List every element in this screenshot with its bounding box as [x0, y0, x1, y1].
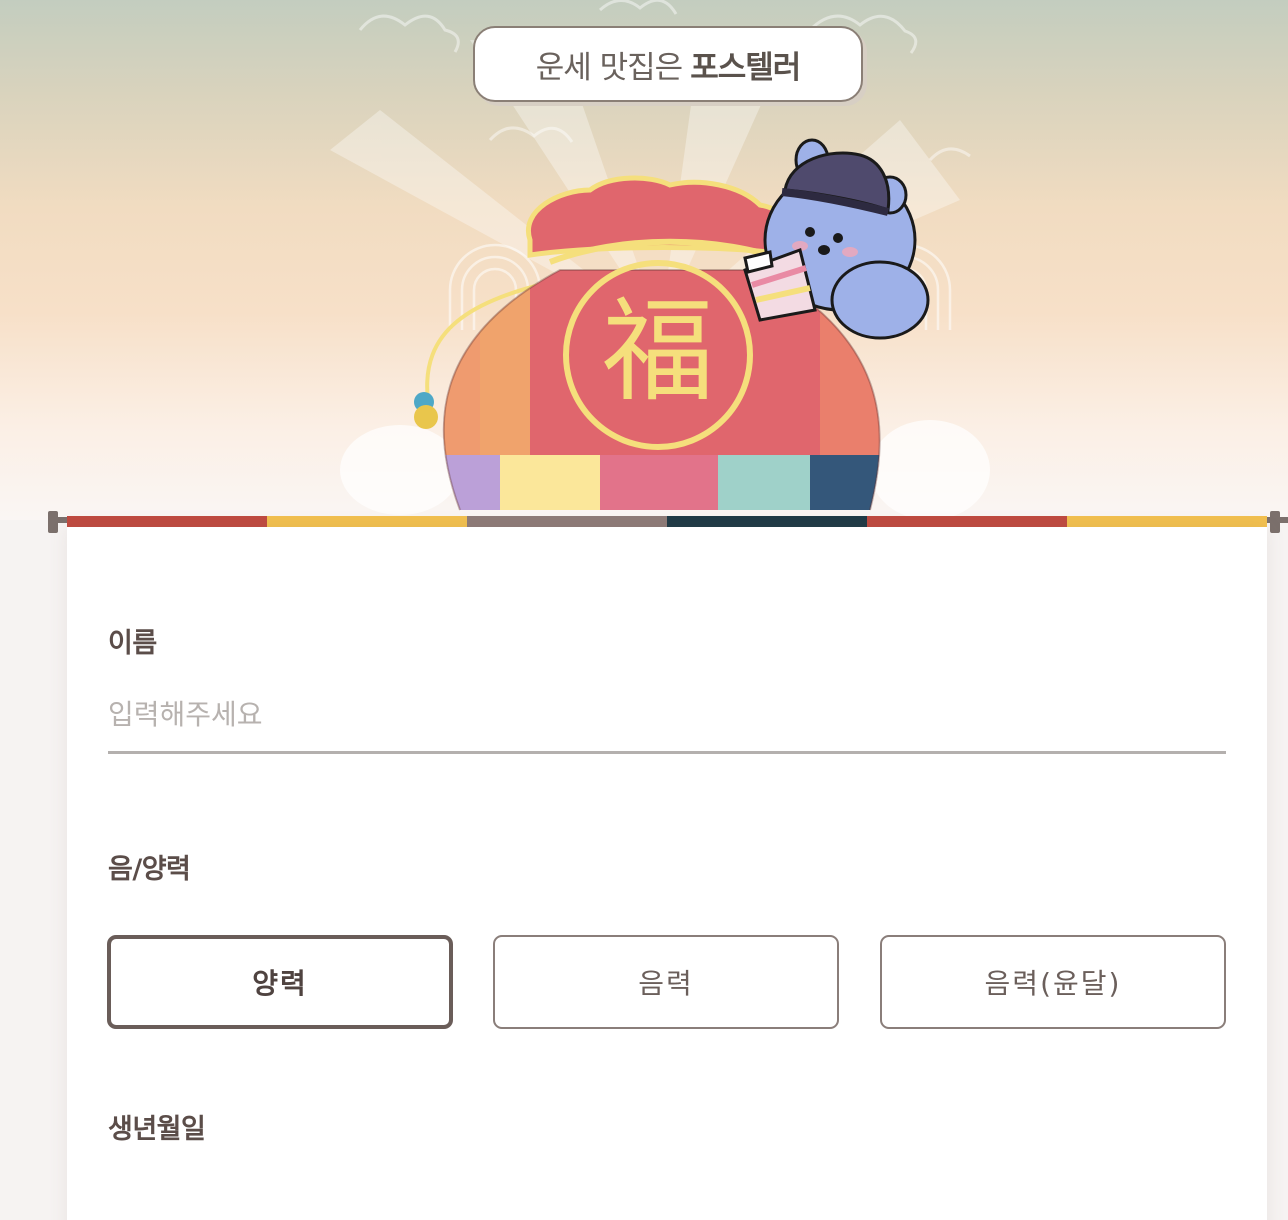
stripe-band	[667, 516, 867, 527]
fortune-character: 福	[602, 287, 714, 417]
hero-banner: 福 운세 맛집은 포스텔러	[0, 0, 1288, 520]
stripe-band	[1067, 516, 1267, 527]
form-card: 이름 음/양력 양력 음력 음력(윤달) 생년월일	[67, 527, 1267, 1220]
stripe-band	[867, 516, 1067, 527]
name-label: 이름	[108, 628, 157, 659]
bubble-text: 운세 맛집은	[535, 49, 683, 86]
speech-bubble: 운세 맛집은 포스텔러	[473, 26, 863, 102]
stripe-cap-right	[1270, 511, 1280, 533]
name-input[interactable]	[108, 677, 1226, 754]
page: 福 운세 맛집은 포스텔러 이름 입력해주세요 음/양력 양력 음력 음력(윤달…	[0, 0, 1288, 1220]
solar-button[interactable]: 양력	[107, 935, 453, 1029]
stripe-band	[67, 516, 267, 527]
calendar-label: 음/양력	[108, 854, 191, 885]
stripe-bands	[67, 516, 1267, 527]
brand-name: 포스텔러	[690, 49, 801, 86]
charm-tassel-icon	[414, 405, 438, 429]
birthdate-label: 생년월일	[108, 1114, 206, 1145]
lunar-leap-button[interactable]: 음력(윤달)	[880, 935, 1226, 1029]
stripe-band	[267, 516, 467, 527]
stripe-cap-left	[48, 511, 58, 533]
stripe-band	[467, 516, 667, 527]
lunar-button[interactable]: 음력	[493, 935, 839, 1029]
